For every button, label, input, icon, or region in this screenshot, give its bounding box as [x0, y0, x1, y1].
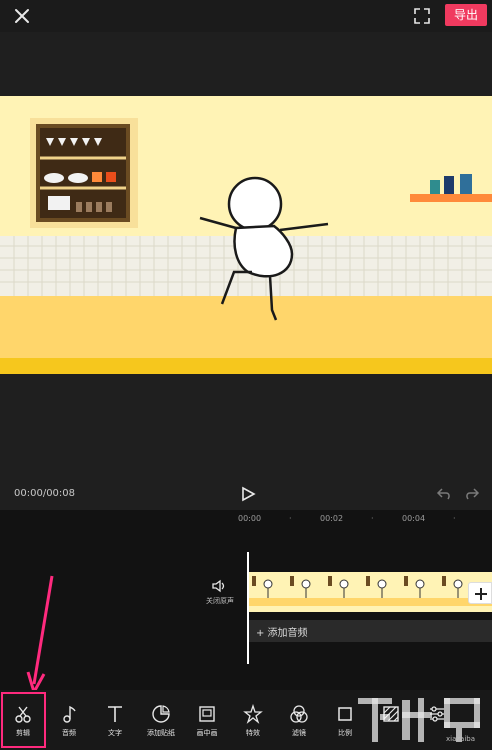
annotation-arrow [26, 575, 54, 696]
tool-label: 音频 [62, 729, 76, 737]
text-icon [108, 706, 122, 722]
tick-label: 00:04 [402, 514, 426, 523]
top-bar: 导出 [0, 0, 492, 32]
tick-mark: · [289, 514, 292, 523]
tool-pip[interactable]: 画中画 [184, 690, 230, 750]
ratio-icon [338, 707, 352, 721]
tool-sticker[interactable]: 添加贴纸 [138, 690, 184, 750]
plus-icon [475, 588, 487, 600]
fullscreen-icon[interactable] [412, 6, 432, 26]
tool-label: 添加贴纸 [147, 729, 175, 737]
bottom-toolbar: 剪辑 音频 文字 添加贴纸 画中画 特效 滤镜 比例 [0, 690, 492, 750]
tick-mark: · [453, 514, 456, 523]
video-track[interactable] [248, 572, 492, 612]
adjust-icon [430, 706, 444, 722]
timecode: 00:00/00:08 [14, 488, 76, 499]
tool-text[interactable]: 文字 [92, 690, 138, 750]
add-audio-button[interactable]: + 添加音频 [248, 620, 492, 642]
tick-mark: · [371, 514, 374, 523]
export-button[interactable]: 导出 [445, 4, 487, 26]
redo-icon[interactable] [464, 487, 480, 501]
cabinet [30, 118, 138, 228]
tool-label: 文字 [108, 729, 122, 737]
mute-original-audio-label: 关闭原声 [206, 597, 234, 605]
play-icon[interactable] [240, 486, 256, 502]
add-audio-label: + 添加音频 [256, 628, 308, 639]
add-clip-button[interactable] [468, 582, 492, 604]
tool-label: 滤镜 [292, 729, 306, 737]
playback-controls: 00:00/00:08 [0, 482, 492, 506]
tick-label: 00:02 [320, 514, 344, 523]
tick-label: 00:00 [238, 514, 262, 523]
tool-label: 特效 [246, 729, 260, 737]
speaker-icon [212, 579, 225, 593]
tool-label: 比例 [338, 729, 352, 737]
mute-original-audio-button[interactable]: 关闭原声 [200, 578, 240, 608]
background-icon [383, 706, 399, 722]
tool-effects[interactable]: 特效 [230, 690, 276, 750]
playhead[interactable] [247, 552, 249, 664]
effects-icon [243, 704, 263, 724]
video-thumbnails [248, 572, 492, 612]
sticker-icon [152, 705, 170, 723]
picture-in-picture-icon [199, 706, 215, 722]
close-icon[interactable] [12, 6, 32, 26]
annotation-highlight [1, 692, 46, 748]
music-note-icon [63, 705, 76, 723]
tool-ratio[interactable]: 比例 [322, 690, 368, 750]
tool-filter[interactable]: 滤镜 [276, 690, 322, 750]
tool-background[interactable] [368, 690, 414, 750]
tool-audio[interactable]: 音频 [46, 690, 92, 750]
tool-label: 画中画 [196, 729, 218, 737]
undo-icon[interactable] [436, 487, 452, 501]
timeline[interactable]: 00:00 · 00:02 · 00:04 · 关闭原声 + 添加音频 [0, 510, 492, 690]
watermark-site: xiazaiba [446, 735, 476, 743]
time-ruler: 00:00 · 00:02 · 00:04 · [0, 510, 492, 530]
filter-icon [290, 705, 308, 723]
video-preview[interactable] [0, 96, 492, 374]
